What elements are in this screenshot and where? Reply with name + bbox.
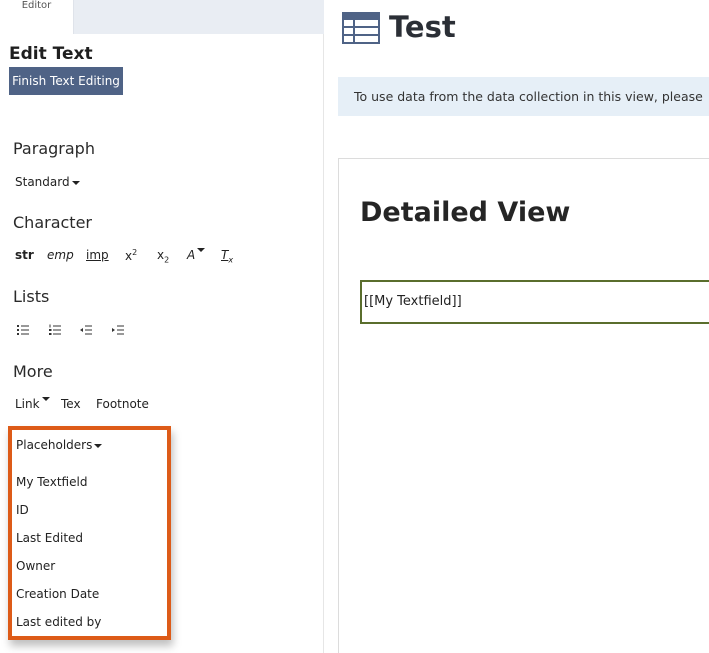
- placeholder-item-last-edited[interactable]: Last Edited: [16, 531, 83, 545]
- placeholder-item-owner[interactable]: Owner: [16, 559, 55, 573]
- paragraph-style-value: Standard: [15, 175, 70, 189]
- superscript-exp: 2: [132, 248, 138, 257]
- lists-section-title: Lists: [13, 287, 50, 306]
- tab-strip-background: [74, 0, 324, 34]
- character-section-title: Character: [13, 213, 92, 232]
- placeholders-dropdown-toggle[interactable]: Placeholders: [16, 438, 103, 452]
- placeholders-dropdown-menu: Placeholders My Textfield ID Last Edited…: [8, 426, 171, 640]
- link-dropdown[interactable]: Link: [15, 397, 50, 411]
- editor-panel: Editor Edit Text Finish Text Editing Par…: [0, 0, 324, 653]
- placeholder-item-id[interactable]: ID: [16, 503, 29, 517]
- placeholders-label: Placeholders: [16, 438, 93, 452]
- dropdown-caret-icon: [41, 397, 50, 401]
- placeholder-item-creation-date[interactable]: Creation Date: [16, 587, 99, 601]
- finish-text-editing-button[interactable]: Finish Text Editing: [9, 67, 123, 95]
- placeholder-item-last-edited-by[interactable]: Last edited by: [16, 615, 101, 629]
- important-button[interactable]: imp: [86, 248, 109, 262]
- subscript-exp: 2: [164, 255, 170, 265]
- link-label: Link: [15, 397, 40, 411]
- detailed-view-card: Detailed View [[My Textfield]]: [338, 158, 709, 653]
- bulleted-list-icon[interactable]: [17, 324, 31, 336]
- font-color-label: A: [187, 248, 196, 262]
- placeholder-item-my-textfield[interactable]: My Textfield: [16, 475, 87, 489]
- indent-icon[interactable]: [112, 324, 126, 336]
- more-section-title: More: [13, 362, 53, 381]
- dropdown-caret-icon: [197, 248, 206, 252]
- dropdown-caret-icon: [94, 443, 103, 448]
- outdent-icon[interactable]: [80, 324, 94, 336]
- subscript-button[interactable]: x2: [157, 248, 169, 264]
- panel-title: Edit Text: [9, 44, 93, 64]
- numbered-list-icon[interactable]: [49, 324, 63, 336]
- superscript-button[interactable]: x2: [125, 248, 137, 263]
- paragraph-style-dropdown[interactable]: Standard: [15, 175, 80, 189]
- info-banner: To use data from the data collection in …: [338, 77, 709, 116]
- font-color-button[interactable]: A: [187, 248, 206, 262]
- footnote-button[interactable]: Footnote: [96, 397, 149, 411]
- card-title: Detailed View: [360, 197, 571, 228]
- text-editor-field[interactable]: [[My Textfield]]: [360, 280, 709, 324]
- paragraph-section-title: Paragraph: [13, 139, 95, 158]
- emphasis-button[interactable]: emp: [47, 248, 74, 262]
- page-title: Test: [389, 10, 456, 44]
- clear-format-sub: x: [228, 255, 234, 265]
- clear-format-button[interactable]: Tx: [221, 248, 233, 264]
- strong-button[interactable]: str: [15, 248, 34, 262]
- tex-button[interactable]: Tex: [61, 397, 81, 411]
- dropdown-caret-icon: [71, 180, 80, 185]
- app-root: Editor Edit Text Finish Text Editing Par…: [0, 0, 709, 653]
- panel-tab-strip: Editor: [0, 0, 324, 34]
- table-icon: [342, 12, 380, 44]
- main-content: Test To use data from the data collectio…: [325, 0, 709, 653]
- tab-editor[interactable]: Editor: [0, 0, 74, 34]
